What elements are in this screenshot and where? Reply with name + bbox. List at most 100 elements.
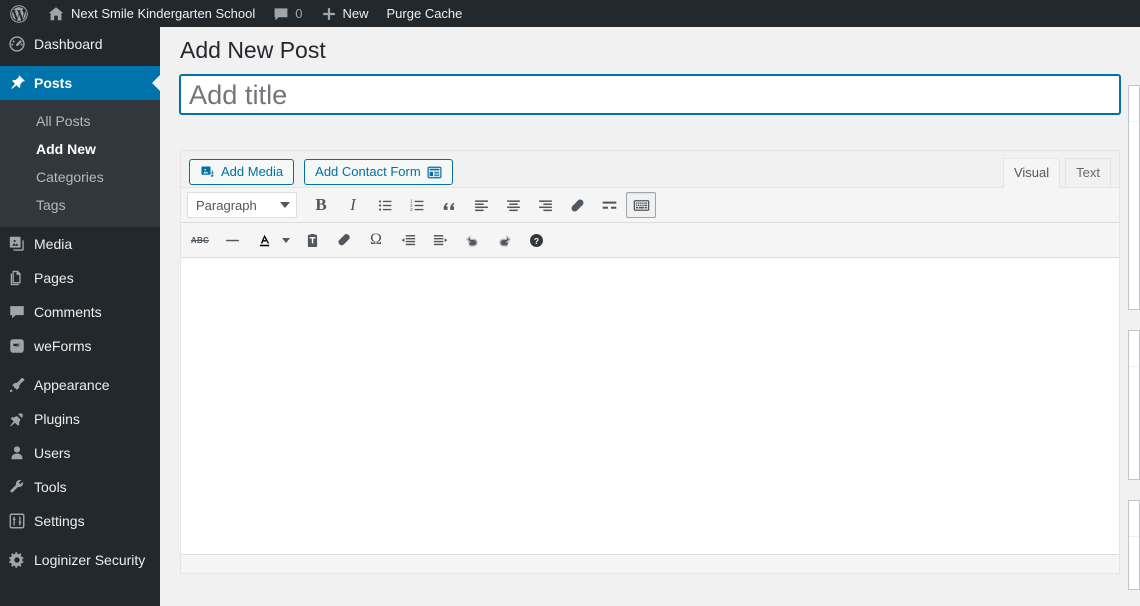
numbered-list-button[interactable]: 1 2 3 bbox=[402, 192, 432, 218]
paste-as-text-button[interactable] bbox=[297, 227, 327, 253]
insert-link-icon bbox=[569, 197, 586, 214]
italic-button[interactable]: I bbox=[338, 192, 368, 218]
sidebar-item-plugins[interactable]: Plugins bbox=[0, 402, 160, 436]
post-body: Add Media Add Contact Form bbox=[180, 75, 1140, 574]
wp-logo-menu[interactable] bbox=[0, 0, 38, 27]
bulleted-list-button[interactable] bbox=[370, 192, 400, 218]
align-left-button[interactable] bbox=[466, 192, 496, 218]
categories-metabox[interactable] bbox=[1128, 330, 1140, 480]
comments-menu[interactable]: 0 bbox=[264, 0, 311, 27]
tab-text[interactable]: Text bbox=[1065, 158, 1111, 187]
metabox-header[interactable] bbox=[1129, 331, 1139, 367]
text-color-button[interactable] bbox=[249, 227, 295, 253]
chevron-down-icon bbox=[280, 202, 290, 208]
tags-metabox[interactable] bbox=[1128, 500, 1140, 590]
new-content-menu[interactable]: New bbox=[312, 0, 378, 27]
media-icon bbox=[0, 235, 34, 253]
strikethrough-button[interactable]: ABC bbox=[185, 227, 215, 253]
purge-cache-label: Purge Cache bbox=[386, 6, 463, 21]
insert-link-button[interactable] bbox=[562, 192, 592, 218]
sidebar-item-weforms[interactable]: weForms bbox=[0, 329, 160, 363]
align-center-button[interactable] bbox=[498, 192, 528, 218]
site-name-menu[interactable]: Next Smile Kindergarten School bbox=[38, 0, 264, 27]
sidebar-item-users[interactable]: Users bbox=[0, 436, 160, 470]
read-more-icon bbox=[601, 197, 618, 214]
metabox-header[interactable] bbox=[1129, 501, 1139, 537]
wrench-icon bbox=[0, 478, 34, 496]
align-right-button[interactable] bbox=[530, 192, 560, 218]
horizontal-line-icon bbox=[224, 232, 241, 249]
submenu-item-all-posts[interactable]: All Posts bbox=[0, 107, 160, 135]
title-field-wrapper bbox=[180, 75, 1120, 114]
editor-status-bar bbox=[181, 555, 1119, 573]
sidebar-item-posts[interactable]: Posts bbox=[0, 66, 160, 100]
submenu-item-tags[interactable]: Tags bbox=[0, 191, 160, 219]
editor-content-area[interactable] bbox=[181, 258, 1119, 555]
sidebar-item-label: Loginizer Security bbox=[34, 552, 146, 568]
keyboard-shortcuts-button[interactable]: ? bbox=[521, 227, 551, 253]
sidebar-item-media[interactable]: Media bbox=[0, 227, 160, 261]
toolbar-toggle-button[interactable] bbox=[626, 192, 656, 218]
purge-cache-menu[interactable]: Purge Cache bbox=[378, 0, 472, 27]
special-character-button[interactable]: Ω bbox=[361, 227, 391, 253]
paste-as-text-icon bbox=[304, 232, 321, 249]
redo-icon bbox=[496, 232, 513, 249]
comment-bubble-icon bbox=[273, 6, 289, 22]
sidebar-item-loginizer-security[interactable]: Loginizer Security bbox=[0, 543, 160, 577]
editor-toolbar-row-1: Paragraph B I 1 2 3 bbox=[181, 188, 1119, 222]
submenu-item-categories[interactable]: Categories bbox=[0, 163, 160, 191]
wordpress-logo-icon bbox=[9, 4, 29, 24]
svg-text:3: 3 bbox=[410, 207, 413, 213]
blockquote-button[interactable] bbox=[434, 192, 464, 218]
contact-form-icon bbox=[427, 165, 442, 180]
add-contact-form-button[interactable]: Add Contact Form bbox=[304, 159, 453, 185]
special-character-icon: Ω bbox=[370, 231, 382, 248]
clear-formatting-icon bbox=[336, 232, 353, 249]
sidebar-item-label: Users bbox=[34, 445, 71, 461]
paragraph-format-select[interactable]: Paragraph bbox=[187, 192, 297, 218]
paintbrush-icon bbox=[0, 376, 34, 394]
editor-mode-tabs: Visual Text bbox=[998, 158, 1111, 188]
sidebar-item-appearance[interactable]: Appearance bbox=[0, 368, 160, 402]
metabox-sidebar-column bbox=[1128, 27, 1140, 606]
post-title-input[interactable] bbox=[180, 75, 1120, 114]
sidebar-item-tools[interactable]: Tools bbox=[0, 470, 160, 504]
page-title: Add New Post bbox=[180, 37, 326, 63]
site-name-label: Next Smile Kindergarten School bbox=[71, 6, 256, 21]
read-more-button[interactable] bbox=[594, 192, 624, 218]
add-media-button[interactable]: Add Media bbox=[189, 159, 295, 185]
add-media-label: Add Media bbox=[221, 164, 284, 179]
decrease-indent-button[interactable] bbox=[393, 227, 423, 253]
metabox-header[interactable] bbox=[1129, 86, 1139, 122]
plus-icon bbox=[321, 6, 337, 22]
undo-button[interactable] bbox=[457, 227, 487, 253]
bold-button[interactable]: B bbox=[306, 192, 336, 218]
text-color-icon bbox=[250, 232, 278, 249]
tab-visual[interactable]: Visual bbox=[1002, 158, 1061, 188]
sidebar-item-pages[interactable]: Pages bbox=[0, 261, 160, 295]
gear-icon bbox=[0, 551, 34, 569]
sidebar-item-dashboard[interactable]: Dashboard bbox=[0, 27, 160, 61]
align-left-icon bbox=[473, 197, 490, 214]
paragraph-format-value: Paragraph bbox=[196, 197, 257, 213]
submenu-item-add-new[interactable]: Add New bbox=[0, 135, 160, 163]
clear-formatting-button[interactable] bbox=[329, 227, 359, 253]
blockquote-icon bbox=[441, 197, 458, 214]
redo-button[interactable] bbox=[489, 227, 519, 253]
horizontal-line-button[interactable] bbox=[217, 227, 247, 253]
increase-indent-button[interactable] bbox=[425, 227, 455, 253]
add-contact-form-label: Add Contact Form bbox=[315, 164, 421, 179]
comment-bubble-icon bbox=[0, 303, 34, 321]
plug-icon bbox=[0, 410, 34, 428]
editor-toolbar-row-2: ABC Ω ? bbox=[181, 223, 1119, 257]
sidebar-item-settings[interactable]: Settings bbox=[0, 504, 160, 538]
increase-indent-icon bbox=[432, 232, 449, 249]
publish-metabox[interactable] bbox=[1128, 85, 1140, 310]
sidebar-item-label: Tools bbox=[34, 479, 67, 495]
comments-count: 0 bbox=[295, 6, 303, 21]
sidebar-item-label: Comments bbox=[34, 304, 102, 320]
sidebar-item-comments[interactable]: Comments bbox=[0, 295, 160, 329]
sidebar-item-label: Dashboard bbox=[34, 36, 103, 52]
chevron-down-icon[interactable] bbox=[278, 237, 294, 243]
editor-tools: Add Media Add Contact Form Visual Text bbox=[181, 151, 1119, 188]
